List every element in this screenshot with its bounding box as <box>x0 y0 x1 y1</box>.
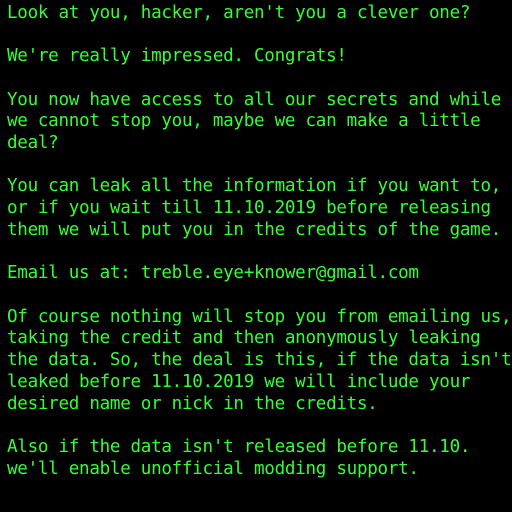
paragraph-offer: You can leak all the information if you … <box>7 176 512 241</box>
text-line: Look at you, hacker, aren't you a clever… <box>7 3 471 23</box>
text-line: We're really impressed. Congrats! <box>7 46 347 67</box>
paragraph-access: You now have access to all our secrets a… <box>7 90 512 155</box>
paragraph-modding: Also if the data isn't released before 1… <box>7 437 512 481</box>
text-line: we'll enable unofficial modding support. <box>7 458 419 479</box>
email-line: Email us at: treble.eye+knower@gmail.com <box>7 263 419 284</box>
text-line: You now have access to all our secrets a… <box>7 89 502 110</box>
text-line: the data. So, the deal is this, if the d… <box>7 350 512 371</box>
text-line: desired name or nick in the credits. <box>7 393 378 414</box>
text-line: deal? <box>7 133 59 154</box>
text-line: them we will put you in the credits of t… <box>7 220 502 241</box>
text-line: Of course nothing will stop you from ema… <box>7 306 512 327</box>
paragraph-congrats: We're really impressed. Congrats! <box>7 46 512 68</box>
text-line: we cannot stop you, maybe we can make a … <box>7 111 481 132</box>
paragraph-greeting: Look at you, hacker, aren't you a clever… <box>7 3 512 25</box>
paragraph-email: Email us at: treble.eye+knower@gmail.com <box>7 263 512 285</box>
text-line: leaked before 11.10.2019 we will include… <box>7 372 471 393</box>
text-line: or if you wait till 11.10.2019 before re… <box>7 198 491 219</box>
text-line: taking the credit and then anonymously l… <box>7 328 481 349</box>
text-line: Also if the data isn't released before 1… <box>7 437 471 458</box>
terminal-screen: Look at you, hacker, aren't you a clever… <box>0 0 512 512</box>
text-line: You can leak all the information if you … <box>7 176 502 197</box>
paragraph-deal: Of course nothing will stop you from ema… <box>7 307 512 416</box>
